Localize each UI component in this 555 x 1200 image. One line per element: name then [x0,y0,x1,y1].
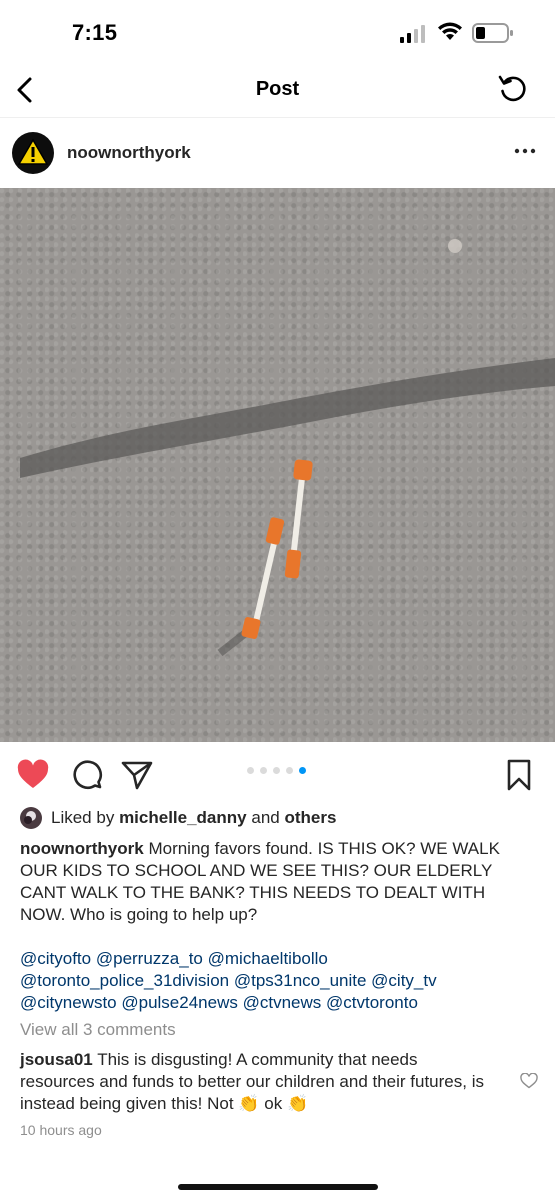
carousel-indicator [247,767,306,774]
wifi-icon [438,22,462,40]
carousel-dot [286,767,293,774]
battery-icon [472,23,513,43]
status-time: 7:15 [72,20,118,45]
more-icon[interactable] [510,141,540,161]
syringe-photo [20,239,555,657]
comment-icon[interactable] [70,758,104,792]
clap-emoji: 👏 [286,1094,309,1114]
avatar[interactable] [12,132,54,174]
mention-link[interactable]: @toronto_police_31division [20,971,229,990]
post-photo[interactable] [0,188,555,742]
bookmark-icon[interactable] [502,758,536,792]
post-timestamp: 10 hours ago [20,1122,102,1138]
page-title: Post [255,78,300,100]
likes-others[interactable]: others [284,808,336,828]
comment: jsousa01 This is disgusting! A community… [20,1049,490,1115]
post-username[interactable]: noownorthyork [67,143,191,163]
clap-emoji: 👏 [238,1094,260,1114]
refresh-icon[interactable] [496,72,530,106]
carousel-dot [273,767,280,774]
carousel-dot [247,767,254,774]
mention-link[interactable]: @michaeltibollo [208,949,328,968]
mention-link[interactable]: @ctvtoronto [326,993,418,1012]
post-header: noownorthyork [0,119,555,187]
comment-username[interactable]: jsousa01 [20,1050,93,1069]
mention-link[interactable]: @tps31nco_unite [234,971,367,990]
liker-avatar [20,807,42,829]
action-bar [0,742,555,806]
mention-link[interactable]: @cityofto [20,949,91,968]
likes-user[interactable]: michelle_danny [119,808,247,828]
mention-link[interactable]: @perruzza_to [96,949,203,968]
carousel-dot [260,767,267,774]
home-indicator[interactable] [178,1184,378,1190]
likes-row[interactable]: Liked by michelle_danny and others [20,806,336,830]
warning-icon [17,138,49,165]
signal-icon [400,25,425,43]
status-bar: 7:15 [0,0,555,62]
mention-link[interactable]: @city_tv [371,971,436,990]
share-icon[interactable] [120,758,154,792]
likes-conj: and [251,808,280,827]
comment-text-end: ok [264,1094,283,1113]
mention-link[interactable]: @ctvnews [243,993,322,1012]
heart-icon[interactable] [16,758,50,792]
mentions: @cityofto @perruzza_to @michaeltibollo @… [20,948,520,1014]
carousel-dot-active [299,767,306,774]
caption: noownorthyork Morning favors found. IS T… [20,838,500,926]
comment-like-icon[interactable] [520,1073,538,1089]
view-all-comments[interactable]: View all 3 comments [20,1020,176,1040]
caption-username[interactable]: noownorthyork [20,839,144,858]
mention-link[interactable]: @pulse24news [121,993,238,1012]
mention-link[interactable]: @citynewsto [20,993,117,1012]
nav-header: Post [0,62,555,118]
likes-prefix: Liked by [51,808,115,827]
